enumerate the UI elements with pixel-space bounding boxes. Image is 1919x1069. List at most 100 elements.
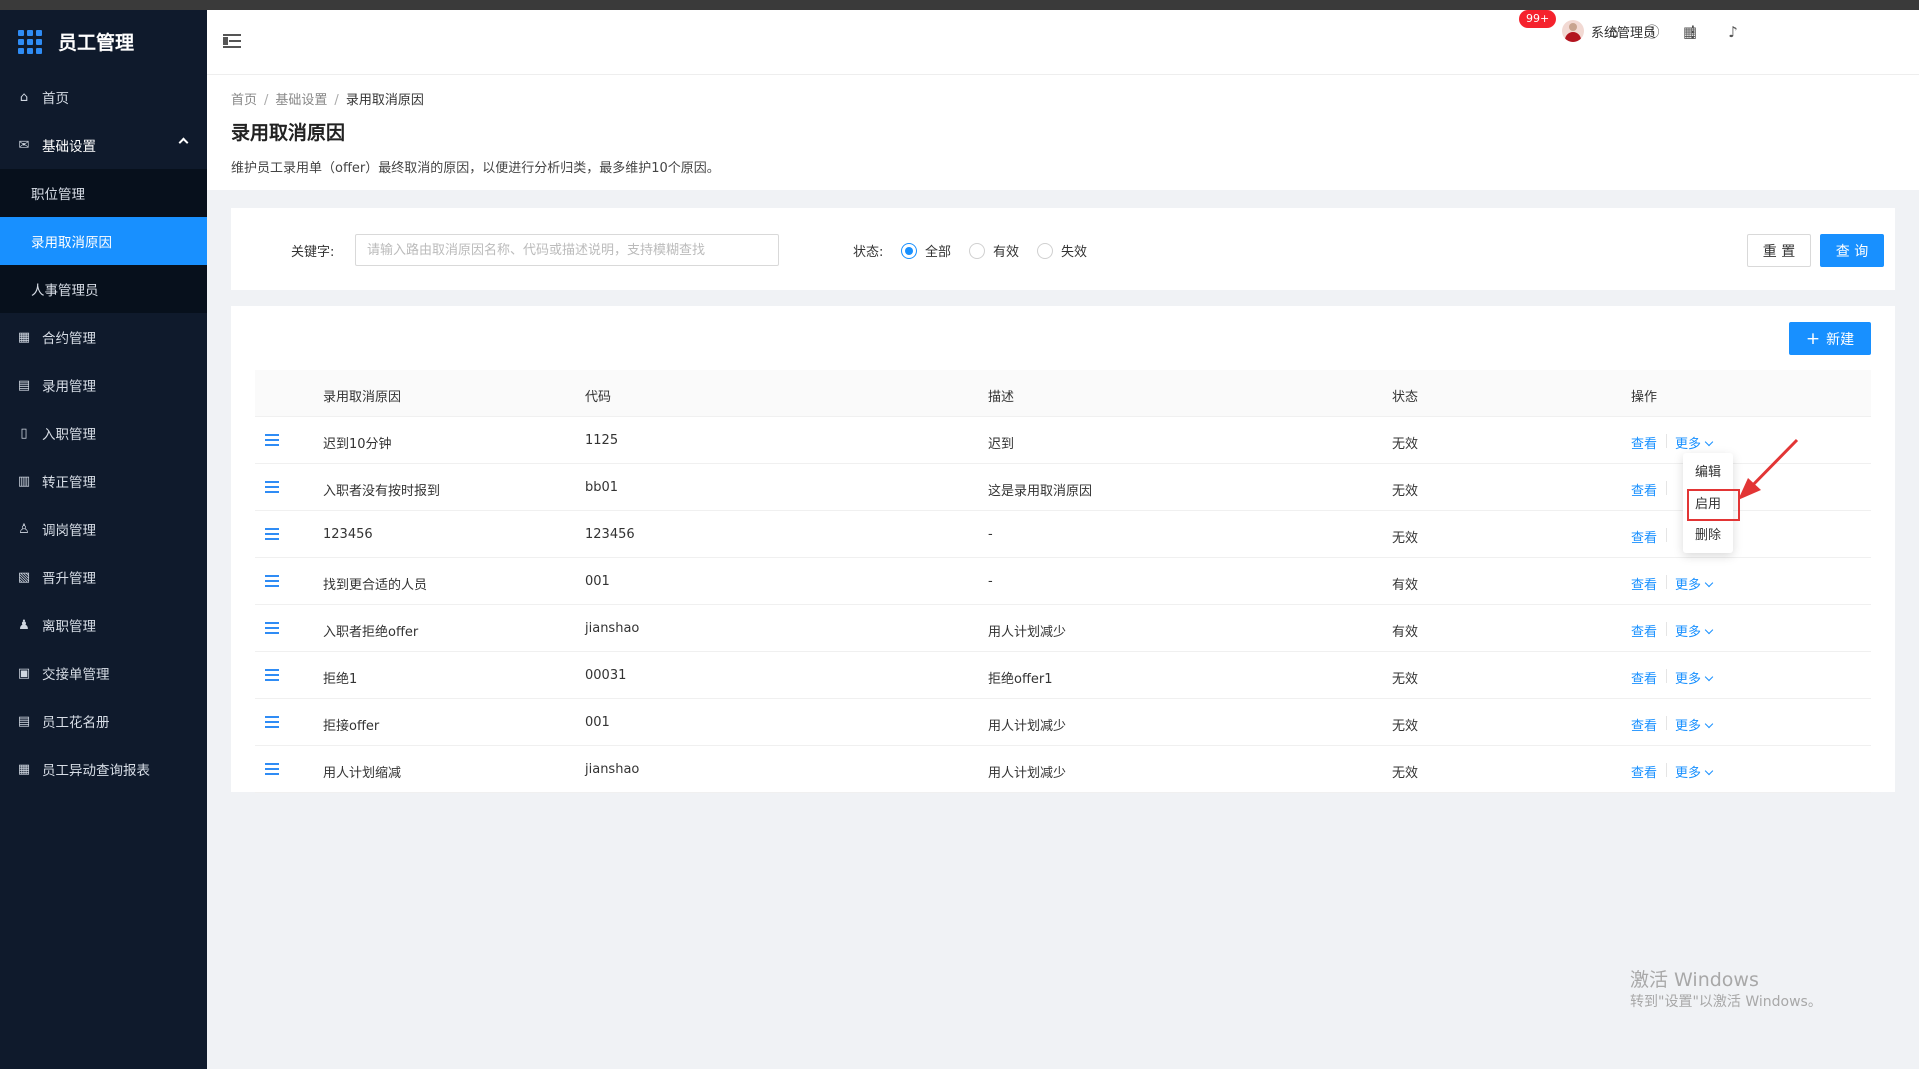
app-logo[interactable]: 员工管理 <box>0 10 207 73</box>
drag-handle-icon[interactable] <box>265 575 279 587</box>
breadcrumb-basic-settings[interactable]: 基础设置 <box>275 93 327 108</box>
sidebar-subitem-hr-admin[interactable]: 人事管理员 <box>0 265 207 313</box>
table-row: 迟到10分钟 1125 迟到 无效 查看 更多 <box>255 417 1871 464</box>
table-header: 录用取消原因 代码 描述 状态 操作 <box>255 370 1871 417</box>
keyword-input[interactable] <box>355 234 779 266</box>
action-divider <box>1666 528 1667 542</box>
drag-handle-icon[interactable] <box>265 716 279 728</box>
chevron-up-icon <box>178 137 189 148</box>
more-label: 更多 <box>1675 437 1702 452</box>
drag-handle-icon[interactable] <box>265 528 279 540</box>
chevron-down-icon <box>1704 719 1714 729</box>
view-link[interactable]: 查看 <box>1631 621 1657 640</box>
sidebar-item-roster[interactable]: ▤ 员工花名册 <box>0 697 207 745</box>
cell-status: 无效 <box>1392 437 1419 452</box>
cell-code: 123456 <box>585 527 635 542</box>
more-link[interactable]: 更多 <box>1675 668 1714 687</box>
status-radio-invalid[interactable]: 失效 <box>1037 241 1087 260</box>
cell-reason: 入职者没有按时报到 <box>323 484 441 499</box>
query-button[interactable]: 查 询 <box>1820 234 1884 267</box>
sidebar-item-label: 录用管理 <box>42 379 96 395</box>
cell-status: 无效 <box>1392 484 1419 499</box>
view-link[interactable]: 查看 <box>1631 574 1657 593</box>
sidebar-item-handover[interactable]: ▣ 交接单管理 <box>0 649 207 697</box>
drag-handle-icon[interactable] <box>265 622 279 634</box>
table-row: 拒绝1 00031 拒绝offer1 无效 查看 更多 <box>255 652 1871 699</box>
more-label: 更多 <box>1675 766 1702 781</box>
drag-handle-icon[interactable] <box>265 434 279 446</box>
page-header: 首页 / 基础设置 / 录用取消原因 录用取消原因 维护员工录用单（offer）最终取消… <box>207 75 1919 190</box>
sidebar-item-change-report[interactable]: ▦ 员工异动查询报表 <box>0 745 207 793</box>
sidebar-item-label: 交接单管理 <box>42 667 110 683</box>
drag-handle-icon[interactable] <box>265 763 279 775</box>
cell-description: 拒绝offer1 <box>988 672 1053 687</box>
more-vertical-icon[interactable]: ⋮ <box>1685 22 1701 41</box>
table-row: 拒接offer 001 用人计划减少 无效 查看 更多 <box>255 699 1871 746</box>
more-link[interactable]: 更多 <box>1675 715 1714 734</box>
sidebar-item-offer[interactable]: ▤ 录用管理 <box>0 361 207 409</box>
cell-reason: 123456 <box>323 527 373 542</box>
status-radio-valid[interactable]: 有效 <box>969 241 1019 260</box>
sidebar-item-label: 员工异动查询报表 <box>42 763 150 779</box>
sidebar-item-label: 人事管理员 <box>31 283 99 299</box>
chevron-down-icon <box>1704 437 1714 447</box>
sidebar-subitem-position[interactable]: 职位管理 <box>0 169 207 217</box>
chevron-down-icon <box>1704 672 1714 682</box>
folder-icon: ▤ <box>17 377 31 393</box>
more-link[interactable]: 更多 <box>1675 574 1714 593</box>
cell-status: 无效 <box>1392 719 1419 734</box>
more-link[interactable]: 更多 <box>1675 433 1714 452</box>
radio-label: 失效 <box>1061 245 1088 260</box>
sidebar-subitem-cancel-reason[interactable]: 录用取消原因 <box>0 217 207 265</box>
sidebar-item-onboarding[interactable]: ▯ 入职管理 <box>0 409 207 457</box>
sidebar-item-promotion[interactable]: ▧ 晋升管理 <box>0 553 207 601</box>
bell-icon[interactable]: ♪ <box>1724 23 1742 41</box>
new-button[interactable]: + 新建 <box>1789 322 1871 355</box>
breadcrumb-home[interactable]: 首页 <box>231 93 257 108</box>
username[interactable]: 系统管理员 <box>1591 22 1656 41</box>
list-panel: + 新建 录用取消原因 代码 描述 状态 操作 迟到10分钟 1125 迟到 无效 查看更… <box>231 306 1895 793</box>
new-button-label: 新建 <box>1826 331 1855 348</box>
sidebar-item-label: 入职管理 <box>42 427 96 443</box>
view-link[interactable]: 查看 <box>1631 715 1657 734</box>
column-header-code: 代码 <box>585 390 612 405</box>
view-link[interactable]: 查看 <box>1631 668 1657 687</box>
cell-description: 用人计划减少 <box>988 719 1067 734</box>
sidebar-item-transfer[interactable]: ♙ 调岗管理 <box>0 505 207 553</box>
view-link[interactable]: 查看 <box>1631 527 1657 546</box>
status-radio-all[interactable]: 全部 <box>901 241 951 260</box>
menu-fold-icon[interactable] <box>223 34 241 48</box>
view-link[interactable]: 查看 <box>1631 480 1657 499</box>
sidebar-item-contract[interactable]: ▦ 合约管理 <box>0 313 207 361</box>
avatar[interactable] <box>1562 20 1584 42</box>
action-divider <box>1666 763 1667 777</box>
sidebar-item-resignation[interactable]: ♟ 离职管理 <box>0 601 207 649</box>
sidebar-item-home[interactable]: ⌂ 首页 <box>0 73 207 121</box>
dropdown-item-delete[interactable]: 删除 <box>1683 523 1733 549</box>
radio-label: 全部 <box>925 245 952 260</box>
sidebar-item-basic-settings[interactable]: ✉ 基础设置 <box>0 121 207 169</box>
form-icon: ▧ <box>17 569 31 585</box>
chevron-down-icon <box>1704 625 1714 635</box>
status-label: 状态: <box>853 245 884 260</box>
more-label: 更多 <box>1675 719 1702 734</box>
dropdown-item-edit[interactable]: 编辑 <box>1683 460 1733 486</box>
cell-status: 无效 <box>1392 766 1419 781</box>
drag-handle-icon[interactable] <box>265 669 279 681</box>
windows-activation-hint: 转到"设置"以激活 Windows。 <box>1630 994 1822 1010</box>
more-link[interactable]: 更多 <box>1675 621 1714 640</box>
view-link[interactable]: 查看 <box>1631 762 1657 781</box>
more-link[interactable]: 更多 <box>1675 762 1714 781</box>
grid-icon: ▥ <box>17 473 31 489</box>
home-icon: ⌂ <box>19 89 29 105</box>
view-link[interactable]: 查看 <box>1631 433 1657 452</box>
action-divider <box>1666 575 1667 589</box>
keyword-label: 关键字: <box>291 245 335 260</box>
cell-status: 有效 <box>1392 625 1419 640</box>
sidebar-item-regularization[interactable]: ▥ 转正管理 <box>0 457 207 505</box>
column-header-description: 描述 <box>988 390 1015 405</box>
reset-button[interactable]: 重 置 <box>1747 234 1811 267</box>
window-top-strip <box>0 0 1919 10</box>
sidebar-item-label: 合约管理 <box>42 331 96 347</box>
drag-handle-icon[interactable] <box>265 481 279 493</box>
